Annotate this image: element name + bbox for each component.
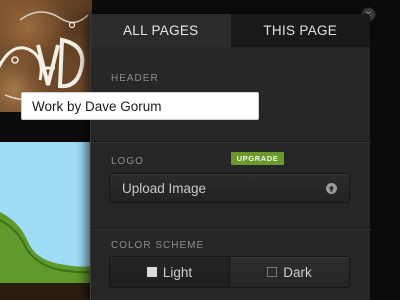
tab-all-pages[interactable]: ALL PAGES bbox=[91, 14, 231, 47]
dark-option-label: Dark bbox=[283, 264, 312, 280]
color-scheme-dark-option[interactable]: Dark bbox=[229, 257, 349, 287]
color-scheme-light-option[interactable]: Light bbox=[110, 257, 229, 287]
section-divider bbox=[91, 141, 371, 142]
color-scheme-section-label: COLOR SCHEME bbox=[111, 240, 205, 251]
light-option-label: Light bbox=[162, 264, 193, 280]
upgrade-badge[interactable]: UPGRADE bbox=[231, 152, 284, 165]
upload-image-button[interactable]: Upload Image bbox=[109, 173, 350, 203]
tab-bar: ALL PAGES THIS PAGE bbox=[91, 14, 370, 47]
illustration-image bbox=[0, 142, 92, 300]
upload-image-label: Upload Image bbox=[122, 180, 207, 196]
header-section-label: HEADER bbox=[111, 73, 159, 84]
ground-strip bbox=[0, 283, 92, 300]
light-swatch-icon bbox=[146, 267, 157, 277]
header-text-input[interactable] bbox=[21, 92, 259, 120]
upload-arrow-icon bbox=[326, 182, 337, 194]
section-divider bbox=[91, 228, 371, 229]
dark-swatch-icon bbox=[267, 267, 278, 277]
tab-this-page[interactable]: THIS PAGE bbox=[230, 14, 370, 47]
color-scheme-toggle: Light Dark bbox=[109, 256, 350, 288]
logo-section-label: LOGO bbox=[111, 156, 144, 167]
green-hill-illustration bbox=[0, 212, 92, 300]
